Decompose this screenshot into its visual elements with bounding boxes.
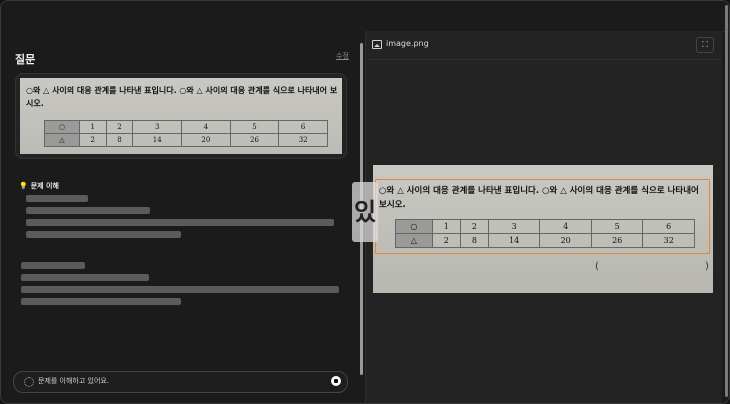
table-cell: 4	[181, 120, 231, 134]
section-heading-text: 문제 이해	[30, 182, 59, 190]
selection-highlight[interactable]	[375, 179, 710, 254]
loading-placeholder	[26, 195, 88, 202]
file-name: image.png	[386, 39, 429, 48]
table-cell: 6	[278, 120, 328, 134]
loading-placeholder	[21, 298, 181, 305]
overlay-character: 있	[352, 182, 378, 242]
table-cell: 2	[105, 120, 134, 134]
table-cell: 3	[132, 120, 183, 134]
table-cell: ○	[44, 120, 80, 134]
image-file-icon	[372, 40, 382, 49]
lightbulb-icon: 💡	[19, 182, 28, 190]
table-cell: 2	[78, 133, 107, 147]
loading-spinner-icon	[24, 377, 34, 387]
status-text: 문제를 이해하고 있어요.	[38, 377, 110, 385]
loading-placeholder	[21, 274, 149, 281]
table-cell: 14	[132, 133, 183, 147]
loading-placeholder	[21, 286, 339, 293]
table-row: △ 2 8 14 20 26 32	[44, 133, 328, 147]
panel-title: 질문	[15, 53, 36, 66]
image-preview-panel: image.png ⛶ ○와 △ 사이의 대응 관계를 나타낸 표입니다. ○와…	[365, 31, 722, 403]
top-bar	[1, 1, 729, 32]
table-cell: 20	[181, 133, 231, 147]
chat-input-bar[interactable]: 문제를 이해하고 있어요.	[13, 371, 348, 393]
loading-placeholder	[26, 231, 181, 238]
expand-button[interactable]: ⛶	[696, 37, 714, 53]
question-table: ○ 1 2 3 4 5 6 △ 2 8 14 20 26 32	[44, 120, 328, 147]
question-panel: 질문 수정 ○와 △ 사이의 대응 관계를 나타낸 표입니다. ○와 △ 사이의…	[1, 31, 357, 403]
app-window: 질문 수정 ○와 △ 사이의 대응 관계를 나타낸 표입니다. ○와 △ 사이의…	[0, 0, 730, 404]
question-image: ○와 △ 사이의 대응 관계를 나타낸 표입니다. ○와 △ 사이의 대응 관계…	[20, 78, 342, 154]
table-row: ○ 1 2 3 4 5 6	[44, 120, 328, 134]
loading-placeholder	[21, 262, 85, 269]
section-heading: 💡 문제 이해	[19, 181, 59, 191]
table-cell: 5	[229, 120, 280, 134]
scrollbar[interactable]	[725, 5, 728, 397]
stop-button[interactable]	[331, 376, 341, 386]
loading-placeholder	[26, 219, 334, 226]
question-text: ○와 △ 사이의 대응 관계를 나타낸 표입니다. ○와 △ 사이의 대응 관계…	[26, 86, 338, 108]
table-cell: △	[44, 133, 80, 147]
table-cell: 1	[78, 120, 107, 134]
preview-image: ○와 △ 사이의 대응 관계를 나타낸 표입니다. ○와 △ 사이의 대응 관계…	[373, 165, 713, 293]
table-cell: 32	[278, 133, 328, 147]
expand-icon: ⛶	[702, 40, 708, 49]
table-cell: 26	[229, 133, 280, 147]
answer-paren-close: )	[705, 261, 709, 272]
preview-header: image.png ⛶	[366, 31, 722, 60]
answer-paren-open: (	[595, 261, 599, 272]
question-image-card[interactable]: ○와 △ 사이의 대응 관계를 나타낸 표입니다. ○와 △ 사이의 대응 관계…	[15, 73, 347, 159]
edit-link[interactable]: 수정	[336, 51, 349, 61]
loading-placeholder	[26, 207, 150, 214]
table-cell: 8	[105, 133, 134, 147]
